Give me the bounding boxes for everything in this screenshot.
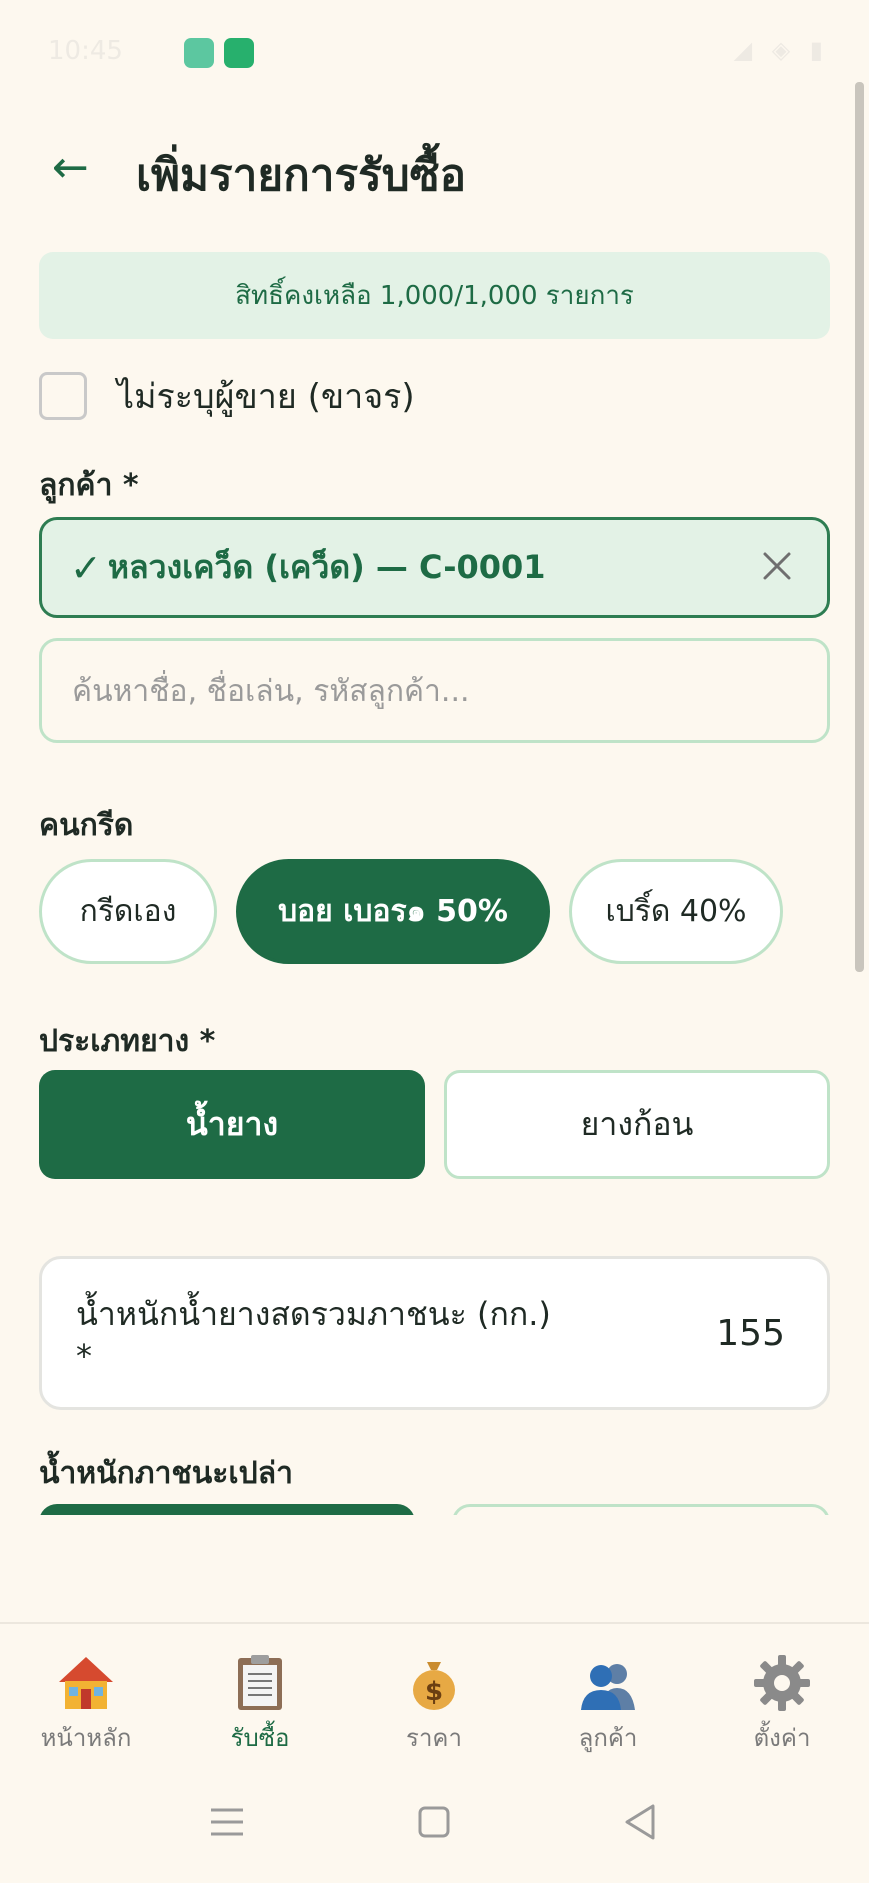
rubber-type-cuplump[interactable]: ยางก้อน (444, 1070, 830, 1179)
home-square-icon[interactable] (404, 1792, 464, 1852)
selected-customer-name: หลวงเคว็ด (เคว็ด) — C-0001 (107, 548, 546, 586)
status-right-icons: ◢ ◈ ▮ (733, 36, 829, 64)
anonymous-seller-checkbox[interactable] (39, 372, 87, 420)
container-weight-options (0, 1500, 869, 1515)
rubber-type-label: ประเภทยาง * (39, 1024, 216, 1059)
status-time: 10:45 (48, 36, 123, 66)
nav-settings-label: ตั้งค่า (753, 1724, 811, 1752)
users-icon (581, 1664, 635, 1710)
nav-home[interactable]: หน้าหลัก (16, 1652, 156, 1757)
customer-search-box[interactable] (39, 638, 830, 743)
nav-purchase-label: รับซื้อ (230, 1724, 290, 1752)
page-title: เพิ่มรายการรับซื้อ (136, 150, 466, 201)
weight-field[interactable]: น้ำหนักน้ำยางสดรวมภาชนะ (กก.) * 155 (39, 1256, 830, 1410)
quota-banner: สิทธิ์คงเหลือ 1,000/1,000 รายการ (39, 252, 830, 339)
anonymous-seller-row[interactable]: ไม่ระบุผู้ขาย (ขาจร) (39, 366, 415, 426)
menu-icon[interactable] (197, 1792, 257, 1852)
nav-settings[interactable]: ตั้งค่า (712, 1652, 852, 1757)
customer-search-input[interactable] (70, 641, 794, 742)
anonymous-seller-label: ไม่ระบุผู้ขาย (ขาจร) (117, 377, 415, 417)
nav-home-label: หน้าหลัก (40, 1724, 132, 1752)
rubber-type-latex[interactable]: น้ำยาง (39, 1070, 425, 1179)
shield-notification-icon (224, 38, 254, 68)
nav-customers[interactable]: ลูกค้า (538, 1652, 678, 1757)
tapper-option-boy[interactable]: บอย เบอร๑ 50% (236, 859, 550, 964)
container-weight-option-1[interactable] (39, 1504, 415, 1515)
check-icon: ✓ (70, 545, 102, 590)
close-icon[interactable] (755, 544, 799, 588)
customer-label: ลูกค้า * (39, 468, 139, 503)
house-icon (59, 1657, 113, 1709)
nav-purchase[interactable]: รับซื้อ (190, 1652, 330, 1757)
weight-value[interactable]: 155 (716, 1313, 785, 1354)
page-header: ← เพิ่มรายการรับซื้อ (0, 120, 869, 220)
back-triangle-icon[interactable] (611, 1792, 671, 1852)
money-bag-icon: $ (413, 1662, 455, 1710)
tapper-option-self[interactable]: กรีดเอง (39, 859, 217, 964)
container-weight-option-2[interactable] (452, 1504, 830, 1515)
tapper-option-bird[interactable]: เบริ์ด 40% (569, 859, 783, 964)
nav-customers-label: ลูกค้า (578, 1724, 638, 1752)
nav-price-label: ราคา (406, 1724, 462, 1752)
gear-icon (754, 1655, 810, 1711)
svg-text:$: $ (425, 1677, 443, 1707)
nav-price[interactable]: $ ราคา (364, 1652, 504, 1757)
status-bar: 10:45 ◢ ◈ ▮ (0, 0, 869, 110)
container-weight-label: น้ำหนักภาชนะเปล่า (39, 1456, 293, 1491)
clipboard-icon (238, 1655, 282, 1710)
bottom-nav: หน้าหลัก รับซื้อ $ ราคา ลูกค้า ตั้งค่า (0, 1622, 869, 1764)
back-arrow-icon[interactable]: ← (52, 146, 89, 190)
system-nav-bar (0, 1762, 869, 1883)
tapper-label: คนกรีด (39, 808, 134, 843)
selected-customer-chip: ✓ หลวงเคว็ด (เคว็ด) — C-0001 (39, 517, 830, 618)
app-notification-icon (184, 38, 214, 68)
weight-label: น้ำหนักน้ำยางสดรวมภาชนะ (กก.) * (76, 1295, 551, 1375)
